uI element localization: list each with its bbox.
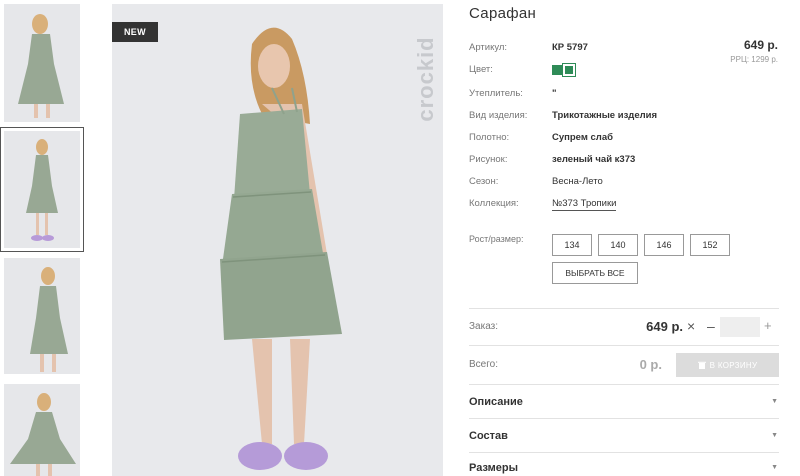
thumbnail-image	[4, 258, 80, 374]
main-product-image[interactable]: NEW crockid	[112, 4, 443, 476]
product-title: Сарафан	[469, 5, 537, 22]
thumbnail-1[interactable]	[4, 4, 80, 122]
quantity-input[interactable]	[720, 317, 760, 337]
trash-icon	[697, 361, 706, 369]
add-to-cart-label: В КОРЗИНУ	[709, 360, 758, 370]
add-to-cart-button[interactable]: В КОРЗИНУ	[676, 353, 779, 377]
size-label: Рост/размер:	[469, 234, 524, 244]
multiply-icon: ×	[687, 318, 696, 334]
divider	[469, 452, 779, 453]
divider	[469, 418, 779, 419]
increment-button[interactable]: +	[764, 318, 772, 333]
size-option-146[interactable]: 146	[644, 234, 684, 256]
thumbnail-4[interactable]	[4, 384, 80, 476]
accordion-description[interactable]: Описание	[469, 396, 523, 408]
divider	[469, 345, 779, 346]
thumbnail-image	[4, 131, 80, 248]
select-all-sizes-button[interactable]: ВЫБРАТЬ ВСЕ	[552, 262, 638, 284]
size-option-140[interactable]: 140	[598, 234, 638, 256]
order-price: 649 р.	[646, 319, 683, 334]
total-label: Всего:	[469, 359, 498, 370]
chevron-down-icon[interactable]: ▼	[771, 464, 778, 471]
decrement-button[interactable]: –	[707, 318, 715, 334]
color-swatch[interactable]	[552, 65, 562, 75]
chevron-down-icon[interactable]: ▼	[771, 398, 778, 405]
product-price: 649 р.	[743, 38, 778, 52]
thumbnail-2[interactable]	[0, 127, 84, 252]
divider	[469, 384, 779, 385]
recommended-price: РРЦ: 1299 р.	[730, 55, 778, 64]
thumbnail-image	[4, 4, 80, 122]
accordion-composition[interactable]: Состав	[469, 430, 508, 442]
new-badge: NEW	[112, 22, 158, 42]
chevron-down-icon[interactable]: ▼	[771, 432, 778, 439]
order-label: Заказ:	[469, 321, 499, 332]
accordion-sizes[interactable]: Размеры	[469, 462, 518, 474]
color-swatches	[552, 63, 576, 77]
color-swatch-selected[interactable]	[562, 63, 576, 77]
collection-link[interactable]: №373 Тропики	[552, 197, 617, 211]
product-info: Сарафан 649 р. РРЦ: 1299 р. Артикул: КР …	[469, 5, 779, 474]
divider	[469, 308, 779, 309]
thumbnail-3[interactable]	[4, 258, 80, 374]
size-option-152[interactable]: 152	[690, 234, 730, 256]
thumbnail-list	[0, 0, 90, 476]
total-value: 0 р.	[639, 357, 662, 372]
size-option-134[interactable]: 134	[552, 234, 592, 256]
product-photo	[112, 4, 443, 476]
brand-watermark: crockid	[413, 36, 438, 122]
thumbnail-image	[4, 384, 80, 476]
